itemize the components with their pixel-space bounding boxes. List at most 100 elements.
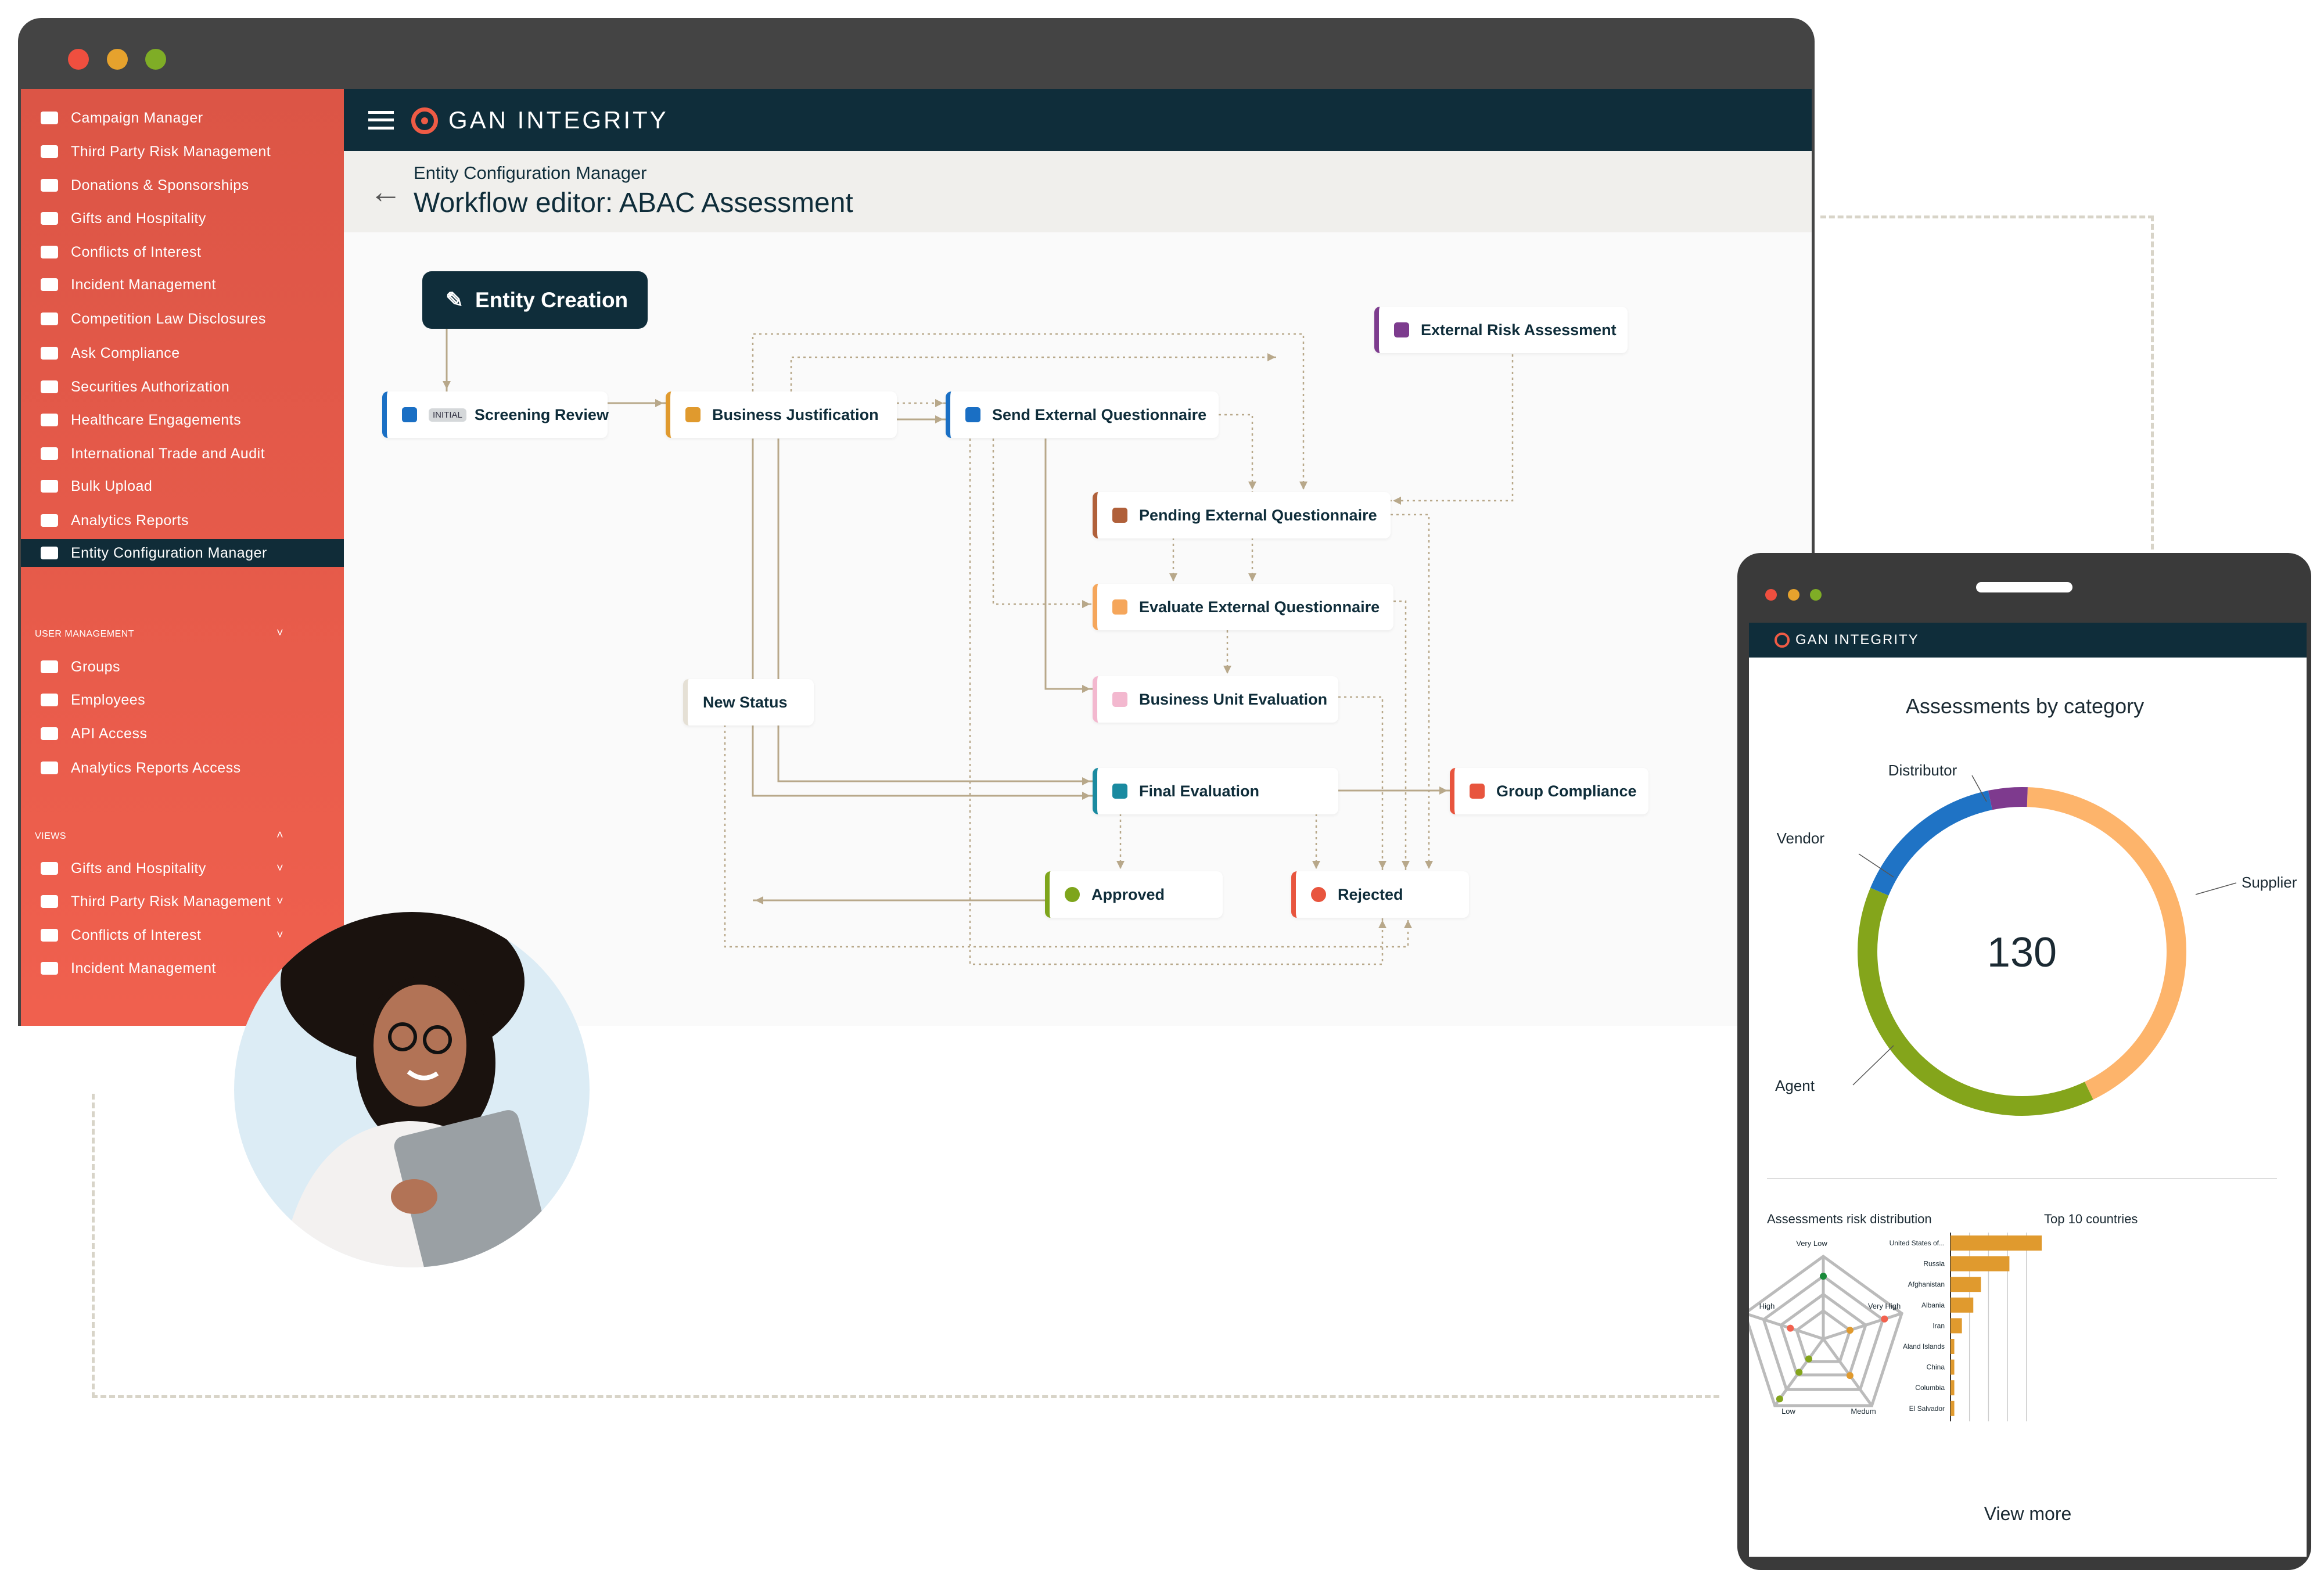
- sidebar-item-label: Incident Management: [71, 960, 216, 976]
- sidebar-item[interactable]: Bulk Upload: [21, 472, 344, 500]
- arrowhead-icon: [655, 399, 663, 407]
- bar-label: El Salvador: [1909, 1405, 1945, 1413]
- bar[interactable]: [1951, 1277, 1981, 1292]
- breadcrumb[interactable]: Entity Configuration Manager: [414, 163, 647, 184]
- radar-point[interactable]: [1846, 1372, 1854, 1380]
- connector-line[interactable]: [1391, 354, 1514, 502]
- workflow-node-bue[interactable]: Business Unit Evaluation: [1093, 676, 1338, 723]
- sidebar-item[interactable]: Analytics Reports Access: [21, 754, 344, 782]
- chart-title: Assessments risk distribution: [1767, 1212, 1932, 1226]
- sidebar-item[interactable]: Gifts and Hospitality: [21, 204, 344, 232]
- pencil-icon: ✎: [446, 288, 464, 312]
- node-label: Business Justification: [712, 405, 879, 423]
- workflow-canvas[interactable]: ✎ Entity Creation INITIAL Screening Review B…: [344, 232, 1812, 1026]
- connector-line[interactable]: [1219, 414, 1253, 492]
- radar-point[interactable]: [1787, 1324, 1794, 1332]
- workflow-node-screening[interactable]: INITIAL Screening Review: [382, 391, 609, 438]
- radar-point[interactable]: [1795, 1369, 1803, 1376]
- top-header: GAN INTEGRITY: [344, 89, 1812, 151]
- sidebar-item[interactable]: Donations & Sponsorships: [21, 171, 344, 199]
- workflow-node-seq[interactable]: Send External Questionnaire: [946, 391, 1219, 438]
- arrowhead-icon: [1378, 920, 1387, 928]
- minimize-window-button[interactable]: [1788, 589, 1799, 601]
- sidebar-item[interactable]: Entity Configuration Manager: [21, 539, 344, 567]
- radar-axis-label: Low: [1781, 1407, 1795, 1416]
- radar-point[interactable]: [1776, 1395, 1783, 1403]
- sidebar-item[interactable]: Groups: [21, 653, 344, 681]
- arrowhead-icon: [1223, 666, 1231, 674]
- bar[interactable]: [1951, 1380, 1955, 1396]
- node-label: Evaluate External Questionnaire: [1139, 598, 1380, 616]
- donut-slice-distributor[interactable]: [1988, 787, 2028, 810]
- bar[interactable]: [1951, 1318, 1962, 1334]
- sidebar-item[interactable]: API Access: [21, 720, 344, 748]
- sidebar-item[interactable]: Analytics Reports: [21, 507, 344, 534]
- sidebar-item-label: Campaign Manager: [71, 109, 203, 126]
- bar[interactable]: [1951, 1256, 2010, 1271]
- sidebar-item[interactable]: Securities Authorization: [21, 373, 344, 401]
- chevron-down-icon[interactable]: ˅: [276, 862, 283, 875]
- sidebar-item[interactable]: Gifts and Hospitality ˅: [21, 854, 344, 882]
- connector-line[interactable]: [1393, 600, 1407, 871]
- sidebar-item[interactable]: Conflicts of Interest ˅: [21, 921, 344, 949]
- bar[interactable]: [1951, 1359, 1955, 1375]
- bar[interactable]: [1951, 1339, 1955, 1354]
- close-window-button[interactable]: [68, 49, 89, 70]
- connector-line[interactable]: [992, 439, 1093, 605]
- chevron-down-icon[interactable]: ˅: [276, 895, 283, 908]
- maximize-window-button[interactable]: [145, 49, 166, 70]
- workflow-node-rejected[interactable]: Rejected: [1291, 871, 1469, 918]
- workflow-node-eeq[interactable]: Evaluate External Questionnaire: [1093, 584, 1393, 630]
- connector-line[interactable]: [752, 439, 1093, 797]
- close-window-button[interactable]: [1765, 589, 1777, 601]
- donut-slice-agent[interactable]: [1858, 888, 2093, 1116]
- workflow-node-era[interactable]: External Risk Assessment: [1374, 307, 1628, 353]
- chevron-down-icon[interactable]: ˅: [276, 929, 283, 942]
- workflow-node-gc[interactable]: Group Compliance: [1450, 768, 1648, 814]
- sidebar-item-label: Competition Law Disclosures: [71, 310, 266, 327]
- sidebar-item[interactable]: Campaign Manager: [21, 104, 344, 132]
- sidebar-item-label: Third Party Risk Management: [71, 143, 271, 160]
- sidebar-item[interactable]: Ask Compliance: [21, 339, 344, 367]
- speaker-pill: [1976, 582, 2072, 592]
- bar[interactable]: [1951, 1297, 1974, 1313]
- sidebar-item-label: Donations & Sponsorships: [71, 177, 249, 193]
- bar-chart-icon: [41, 762, 58, 774]
- sidebar-item[interactable]: Incident Management: [21, 271, 344, 299]
- radar-point[interactable]: [1820, 1273, 1827, 1280]
- sidebar-item[interactable]: Conflicts of Interest: [21, 238, 344, 266]
- workflow-node-new[interactable]: New Status: [683, 679, 814, 725]
- sidebar-section-user_management[interactable]: USER MANAGEMENT ˅: [35, 627, 283, 640]
- radar-point[interactable]: [1881, 1315, 1888, 1323]
- chevron-down-icon[interactable]: ˅: [276, 627, 283, 640]
- maximize-window-button[interactable]: [1810, 589, 1822, 601]
- connector-line[interactable]: [1338, 696, 1384, 871]
- connector-line[interactable]: [790, 356, 1278, 391]
- workflow-node-bj[interactable]: Business Justification: [666, 391, 897, 438]
- sidebar-item[interactable]: Competition Law Disclosures: [21, 305, 344, 333]
- workflow-node-approved[interactable]: Approved: [1045, 871, 1223, 918]
- arrowhead-icon: [755, 896, 763, 904]
- bar[interactable]: [1951, 1235, 2042, 1251]
- sidebar-item[interactable]: Third Party Risk Management: [21, 138, 344, 166]
- sidebar-item[interactable]: Healthcare Engagements: [21, 406, 344, 434]
- sidebar-item[interactable]: International Trade and Audit: [21, 440, 344, 468]
- sidebar-section-views[interactable]: VIEWS ˄: [35, 829, 283, 842]
- back-arrow-icon[interactable]: ←: [369, 175, 402, 208]
- minimize-window-button[interactable]: [107, 49, 128, 70]
- bar[interactable]: [1951, 1400, 1955, 1416]
- radar-point[interactable]: [1805, 1355, 1812, 1363]
- workflow-node-peq[interactable]: Pending External Questionnaire: [1093, 492, 1391, 538]
- leader-line: [1852, 1045, 1894, 1086]
- sidebar-item[interactable]: Employees: [21, 686, 344, 714]
- hamburger-menu-icon[interactable]: [368, 111, 394, 130]
- sidebar-item[interactable]: Third Party Risk Management ˅: [21, 888, 344, 915]
- donut-slice-vendor[interactable]: [1870, 791, 1993, 896]
- view-more-link[interactable]: View more: [1749, 1503, 2307, 1525]
- radar-point[interactable]: [1846, 1327, 1854, 1334]
- connector-line[interactable]: [1044, 439, 1093, 690]
- connector-line[interactable]: [1391, 513, 1430, 871]
- workflow-node-fe[interactable]: Final Evaluation: [1093, 768, 1338, 814]
- chevron-up-icon[interactable]: ˄: [276, 829, 283, 842]
- entity-creation-start-node[interactable]: ✎ Entity Creation: [422, 271, 648, 329]
